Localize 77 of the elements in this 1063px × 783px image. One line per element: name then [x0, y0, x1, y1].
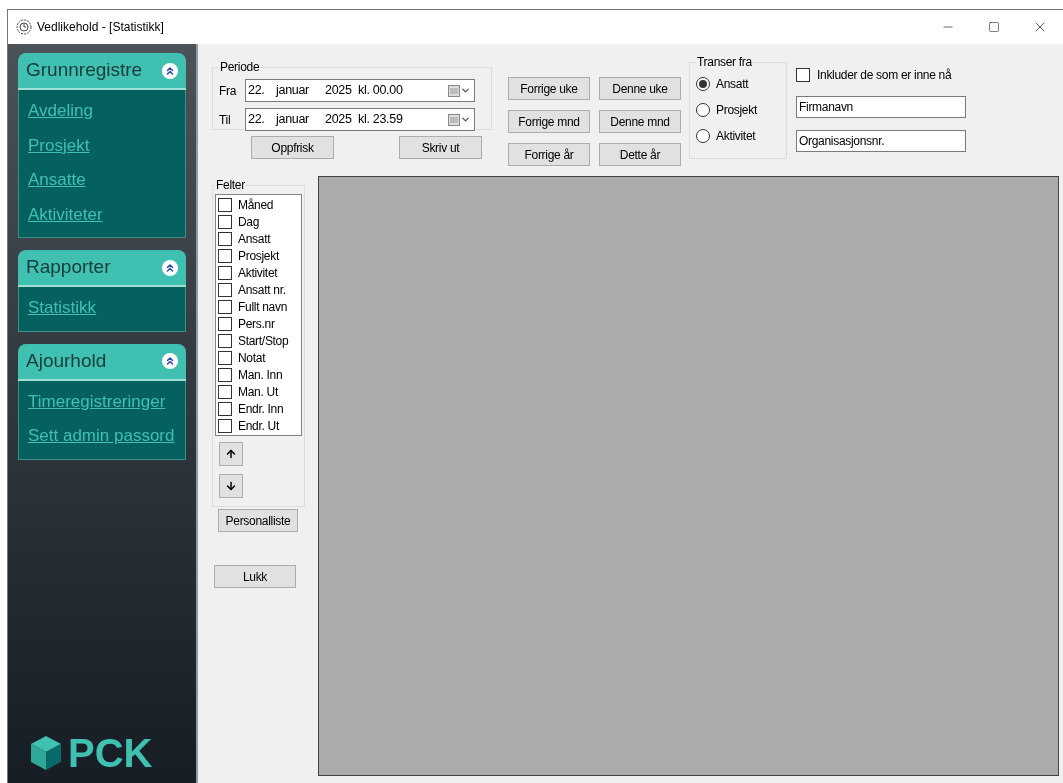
text-field[interactable]: Organisasjonsnr.	[796, 130, 966, 152]
collapse-icon[interactable]	[162, 62, 178, 79]
checkbox[interactable]	[218, 384, 232, 399]
radio-option[interactable]: Prosjekt	[696, 97, 780, 123]
group-title: Grunnregistre	[26, 58, 144, 83]
checkbox[interactable]	[218, 248, 232, 263]
radio-button[interactable]	[696, 77, 710, 91]
button[interactable]: Forrige mnd	[508, 110, 590, 133]
field-list-item[interactable]: Ansatt	[218, 230, 299, 247]
maximize-icon	[988, 21, 1000, 33]
group-title: Rapporter	[26, 255, 112, 280]
dropdown-icon	[460, 114, 471, 125]
field-list-item[interactable]: Man. Ut	[218, 383, 299, 400]
group-header[interactable]: Rapporter	[18, 250, 186, 287]
button[interactable]: Lukk	[214, 565, 296, 588]
group-header[interactable]: Ajourhold	[18, 343, 186, 381]
cube-icon	[30, 735, 62, 771]
include-checkbox-row[interactable]: Inkluder de som er inne nå	[796, 66, 966, 84]
arrow-down-icon	[225, 480, 237, 492]
calendar-icon	[448, 84, 460, 97]
checkbox[interactable]	[218, 197, 232, 212]
logo-text: PCK	[68, 733, 153, 773]
button[interactable]: Denne mnd	[599, 110, 681, 133]
group-title: Felter	[215, 177, 246, 194]
date-picker[interactable]: 22. januar 2025 kl. 00.00	[245, 79, 475, 102]
radio-button[interactable]	[696, 103, 710, 117]
text-field[interactable]: Firmanavn	[796, 96, 966, 118]
field-list-item[interactable]: Prosjekt	[218, 247, 299, 264]
button[interactable]: Skriv ut	[399, 136, 482, 159]
move-up-button[interactable]	[219, 442, 243, 466]
calendar-icon	[448, 113, 460, 126]
field-list-item[interactable]: Dag	[218, 213, 299, 230]
checkbox[interactable]	[218, 418, 232, 433]
radio-option[interactable]: Ansatt	[696, 71, 780, 97]
button[interactable]: Forrige år	[508, 143, 590, 166]
move-down-button[interactable]	[219, 474, 243, 498]
field-list-item[interactable]: Notat	[218, 349, 299, 366]
checkbox[interactable]	[218, 316, 232, 331]
group-title: Periode	[219, 59, 261, 76]
field-list-item[interactable]: Aktivitet	[218, 264, 299, 281]
button[interactable]: Denne uke	[599, 77, 681, 100]
checkbox[interactable]	[218, 282, 232, 297]
checkbox[interactable]	[218, 350, 232, 365]
collapse-icon[interactable]	[162, 259, 178, 276]
button[interactable]: Dette år	[599, 143, 681, 166]
collapse-icon[interactable]	[162, 353, 178, 369]
button[interactable]: Personalliste	[218, 509, 298, 532]
field-list-item[interactable]: Start/Stop	[218, 332, 299, 349]
field-list-item[interactable]: Pers.nr	[218, 315, 299, 332]
button[interactable]: Oppfrisk	[251, 136, 334, 159]
date-label: Til	[219, 111, 232, 129]
dropdown-icon	[460, 85, 471, 96]
group-header[interactable]: Grunnregistre	[18, 53, 186, 90]
field-list-item[interactable]: Fullt navn	[218, 298, 299, 315]
group-title: Ajourhold	[26, 348, 108, 373]
checkbox[interactable]	[218, 265, 232, 280]
radio-option[interactable]: Aktivitet	[696, 123, 780, 149]
checkbox[interactable]	[218, 333, 232, 348]
date-label: Fra	[219, 82, 238, 100]
field-list-item[interactable]: Endr. Inn	[218, 400, 299, 417]
arrow-up-icon	[225, 448, 237, 460]
checkbox[interactable]	[218, 401, 232, 416]
field-list-item[interactable]: Ansatt nr.	[218, 281, 299, 298]
checkbox[interactable]	[218, 231, 232, 246]
clock-icon	[16, 19, 32, 35]
group-title: Transer fra	[696, 54, 753, 71]
radio-button[interactable]	[696, 129, 710, 143]
checkbox[interactable]	[218, 299, 232, 314]
checkbox[interactable]	[796, 68, 810, 82]
field-list-item[interactable]: Man. Inn	[218, 366, 299, 383]
window-title: Vedlikehold - [Statistikk]	[37, 19, 164, 36]
field-list-item[interactable]: Måned	[218, 196, 299, 213]
checkbox[interactable]	[218, 214, 232, 229]
date-picker[interactable]: 22. januar 2025 kl. 23.59	[245, 108, 475, 131]
button[interactable]: Forrige uke	[508, 77, 590, 100]
field-list-item[interactable]: Endr. Ut	[218, 417, 299, 434]
checkbox[interactable]	[218, 367, 232, 382]
